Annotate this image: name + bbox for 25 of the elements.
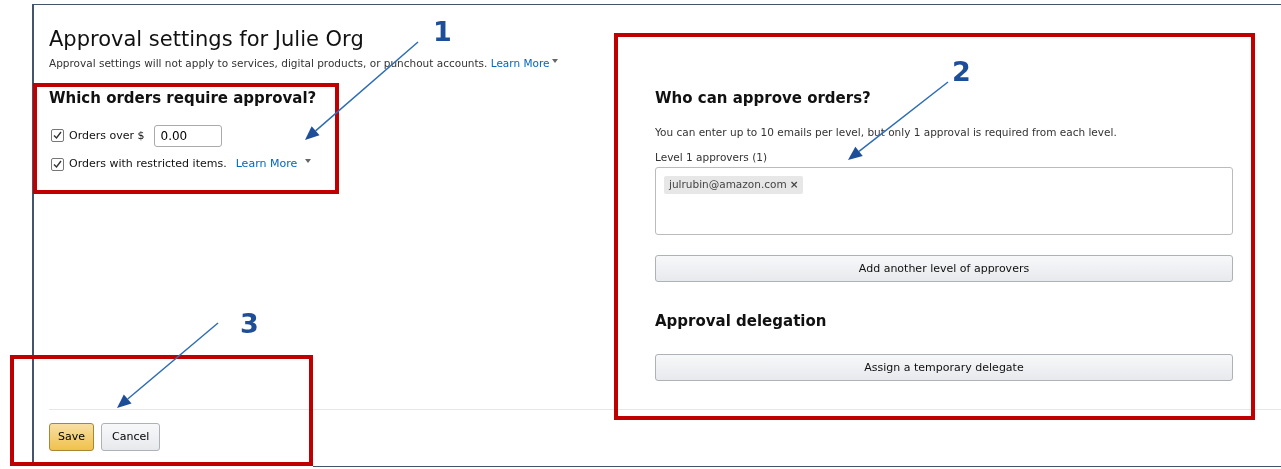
section-heading: Approval delegation [655, 312, 828, 331]
option-label: Orders over $ [69, 127, 145, 144]
cancel-button[interactable]: Cancel [101, 423, 161, 452]
callout-number: 3 [240, 310, 259, 337]
section-heading: Who can approve orders? [655, 88, 872, 107]
callout-number: 1 [433, 18, 452, 45]
field-label: Level 1 approvers (1) [655, 149, 769, 165]
section-heading: Which orders require approval? [49, 88, 318, 107]
amount-field[interactable]: 0.00 [153, 124, 222, 147]
caret-icon [552, 59, 559, 64]
approvers-field[interactable]: julrubin@amazon.com × [655, 167, 1233, 236]
checkbox[interactable] [51, 157, 64, 171]
assign-delegate-button[interactable]: Assign a temporary delegate [655, 354, 1233, 382]
learn-more-link[interactable]: Learn More [490, 57, 550, 70]
option-label: Orders with restricted items. [69, 155, 227, 172]
checkbox[interactable] [51, 129, 64, 143]
callout-number: 2 [952, 58, 971, 85]
remove-icon[interactable]: × [789, 177, 799, 194]
save-button[interactable]: Save [49, 423, 94, 452]
description-text: You can enter up to 10 emails per level, but only 1 approval is required from each level. [655, 124, 1118, 140]
email-text: julrubin@amazon.com [669, 177, 787, 193]
caret-icon [305, 158, 312, 163]
page-title: Approval settings for Julie Org [49, 27, 364, 53]
add-level-button[interactable]: Add another level of approvers [655, 255, 1233, 283]
learn-more-link[interactable]: Learn More [235, 155, 298, 173]
